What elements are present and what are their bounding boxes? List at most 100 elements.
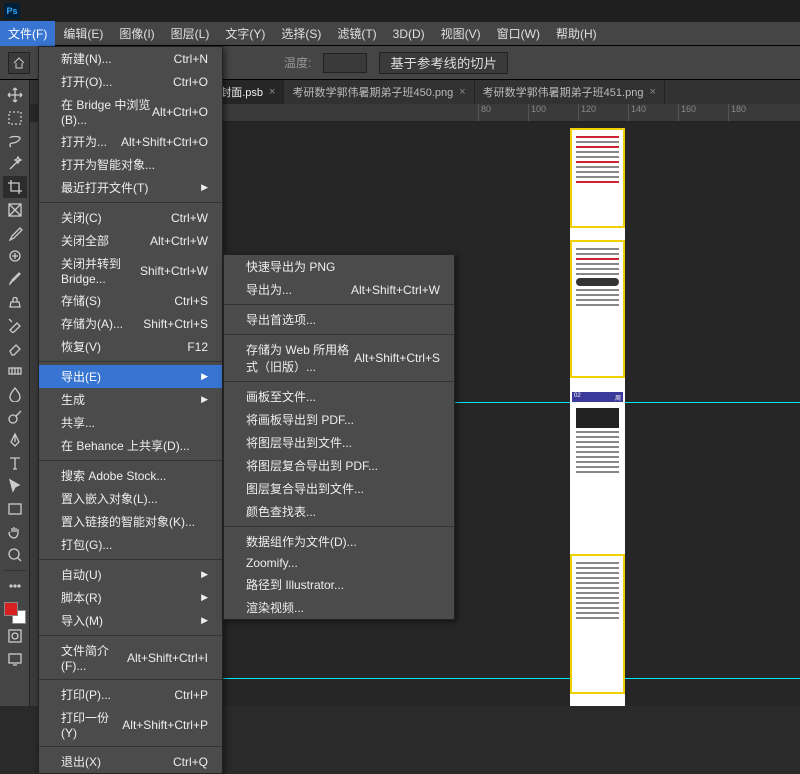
menu-separator <box>224 526 454 527</box>
dodge-tool[interactable] <box>3 406 27 428</box>
menu-item[interactable]: 渲染视频... <box>224 596 454 619</box>
menu-item-label: 新建(N)... <box>61 50 112 67</box>
page-thumbnail <box>570 240 625 378</box>
menu-item[interactable]: 在 Bridge 中浏览(B)...Alt+Ctrl+O <box>39 93 222 130</box>
menu-item[interactable]: 画板至文件... <box>224 385 454 408</box>
path-select-tool[interactable] <box>3 475 27 497</box>
ruler-tick: 180 <box>728 104 778 121</box>
lasso-tool[interactable] <box>3 130 27 152</box>
menu-选择s[interactable]: 选择(S) <box>273 21 329 46</box>
menu-图层l[interactable]: 图层(L) <box>163 21 218 46</box>
page-thumbnail <box>570 554 625 694</box>
menu-item[interactable]: 置入链接的智能对象(K)... <box>39 510 222 533</box>
crop-tool[interactable] <box>3 176 27 198</box>
frame-tool[interactable] <box>3 199 27 221</box>
hand-tool[interactable] <box>3 521 27 543</box>
menu-item[interactable]: 打开为智能对象... <box>39 153 222 176</box>
menu-item[interactable]: 打包(G)... <box>39 533 222 556</box>
menu-item[interactable]: 退出(X)Ctrl+Q <box>39 750 222 773</box>
menu-item[interactable]: 图层复合导出到文件... <box>224 477 454 500</box>
menu-item[interactable]: 数据组作为文件(D)... <box>224 530 454 553</box>
menu-item[interactable]: 导出首选项... <box>224 308 454 331</box>
menu-separator <box>224 334 454 335</box>
menu-item-label: 打印一份(Y) <box>61 709 122 740</box>
menu-item[interactable]: 存储(S)Ctrl+S <box>39 289 222 312</box>
foreground-color-swatch[interactable] <box>4 602 18 616</box>
menu-文字y[interactable]: 文字(Y) <box>217 21 273 46</box>
menu-item-label: 导出(E) <box>61 368 101 385</box>
magic-wand-tool[interactable] <box>3 153 27 175</box>
clone-stamp-tool[interactable] <box>3 291 27 313</box>
menu-shortcut: Alt+Ctrl+O <box>152 105 208 119</box>
menu-item[interactable]: 文件简介(F)...Alt+Shift+Ctrl+I <box>39 639 222 676</box>
menu-item[interactable]: 存储为(A)...Shift+Ctrl+S <box>39 312 222 335</box>
menu-item[interactable]: 生成▶ <box>39 388 222 411</box>
menu-item[interactable]: 打开(O)...Ctrl+O <box>39 70 222 93</box>
close-icon[interactable]: × <box>269 86 275 98</box>
blur-tool[interactable] <box>3 383 27 405</box>
menu-item-label: 关闭(C) <box>61 209 102 226</box>
color-swatches[interactable] <box>4 602 26 624</box>
screen-mode-toggle[interactable] <box>3 648 27 670</box>
close-icon[interactable]: × <box>649 86 655 98</box>
menu-item[interactable]: 恢复(V)F12 <box>39 335 222 358</box>
edit-toolbar[interactable] <box>3 575 27 597</box>
menu-item[interactable]: 导入(M)▶ <box>39 609 222 632</box>
menu-帮助h[interactable]: 帮助(H) <box>548 21 605 46</box>
brush-tool[interactable] <box>3 268 27 290</box>
menu-item[interactable]: 导出(E)▶ <box>39 365 222 388</box>
menu-item[interactable]: Zoomify... <box>224 553 454 573</box>
menu-图像i[interactable]: 图像(I) <box>111 21 162 46</box>
temperature-input[interactable] <box>323 53 367 73</box>
menu-item[interactable]: 关闭并转到 Bridge...Shift+Ctrl+W <box>39 252 222 289</box>
document-tab[interactable]: 考研数学郭伟暑期弟子班450.png× <box>284 80 474 104</box>
menu-item[interactable]: 打印(P)...Ctrl+P <box>39 683 222 706</box>
menu-item[interactable]: 导出为...Alt+Shift+Ctrl+W <box>224 278 454 301</box>
eyedropper-tool[interactable] <box>3 222 27 244</box>
history-brush-tool[interactable] <box>3 314 27 336</box>
menu-item-label: Zoomify... <box>246 556 298 570</box>
menu-item[interactable]: 关闭全部Alt+Ctrl+W <box>39 229 222 252</box>
menu-item[interactable]: 搜索 Adobe Stock... <box>39 464 222 487</box>
spot-heal-tool[interactable] <box>3 245 27 267</box>
menu-3dd[interactable]: 3D(D) <box>385 23 433 45</box>
menu-item-label: 存储为(A)... <box>61 315 123 332</box>
menu-item[interactable]: 打印一份(Y)Alt+Shift+Ctrl+P <box>39 706 222 743</box>
home-button[interactable] <box>8 52 30 74</box>
menu-item[interactable]: 关闭(C)Ctrl+W <box>39 206 222 229</box>
zoom-tool[interactable] <box>3 544 27 566</box>
menu-窗口w[interactable]: 窗口(W) <box>489 21 548 46</box>
home-icon <box>12 56 26 70</box>
marquee-tool[interactable] <box>3 107 27 129</box>
menu-item[interactable]: 将图层复合导出到 PDF... <box>224 454 454 477</box>
menu-文件f[interactable]: 文件(F) <box>0 21 55 46</box>
menu-滤镜t[interactable]: 滤镜(T) <box>329 21 384 46</box>
menu-item[interactable]: 快速导出为 PNG <box>224 255 454 278</box>
quick-mask-toggle[interactable] <box>3 625 27 647</box>
slice-from-guides-button[interactable]: 基于参考线的切片 <box>379 52 508 74</box>
menu-item[interactable]: 自动(U)▶ <box>39 563 222 586</box>
menu-视图v[interactable]: 视图(V) <box>433 21 489 46</box>
menu-item[interactable]: 将画板导出到 PDF... <box>224 408 454 431</box>
menu-item[interactable]: 颜色查找表... <box>224 500 454 523</box>
rectangle-tool[interactable] <box>3 498 27 520</box>
gradient-tool[interactable] <box>3 360 27 382</box>
menu-item[interactable]: 最近打开文件(T)▶ <box>39 176 222 199</box>
menu-item[interactable]: 脚本(R)▶ <box>39 586 222 609</box>
type-tool[interactable] <box>3 452 27 474</box>
menu-item[interactable]: 共享... <box>39 411 222 434</box>
menu-item[interactable]: 打开为...Alt+Shift+Ctrl+O <box>39 130 222 153</box>
menu-item[interactable]: 在 Behance 上共享(D)... <box>39 434 222 457</box>
menu-item-label: 打开为... <box>61 133 107 150</box>
eraser-tool[interactable] <box>3 337 27 359</box>
menu-编辑e[interactable]: 编辑(E) <box>55 21 111 46</box>
menu-item[interactable]: 置入嵌入对象(L)... <box>39 487 222 510</box>
document-tab[interactable]: 考研数学郭伟暑期弟子班451.png× <box>475 80 665 104</box>
menu-item[interactable]: 存储为 Web 所用格式（旧版）...Alt+Shift+Ctrl+S <box>224 338 454 378</box>
menu-item[interactable]: 路径到 Illustrator... <box>224 573 454 596</box>
menu-item[interactable]: 将图层导出到文件... <box>224 431 454 454</box>
move-tool[interactable] <box>3 84 27 106</box>
pen-tool[interactable] <box>3 429 27 451</box>
close-icon[interactable]: × <box>459 86 465 98</box>
menu-item[interactable]: 新建(N)...Ctrl+N <box>39 47 222 70</box>
